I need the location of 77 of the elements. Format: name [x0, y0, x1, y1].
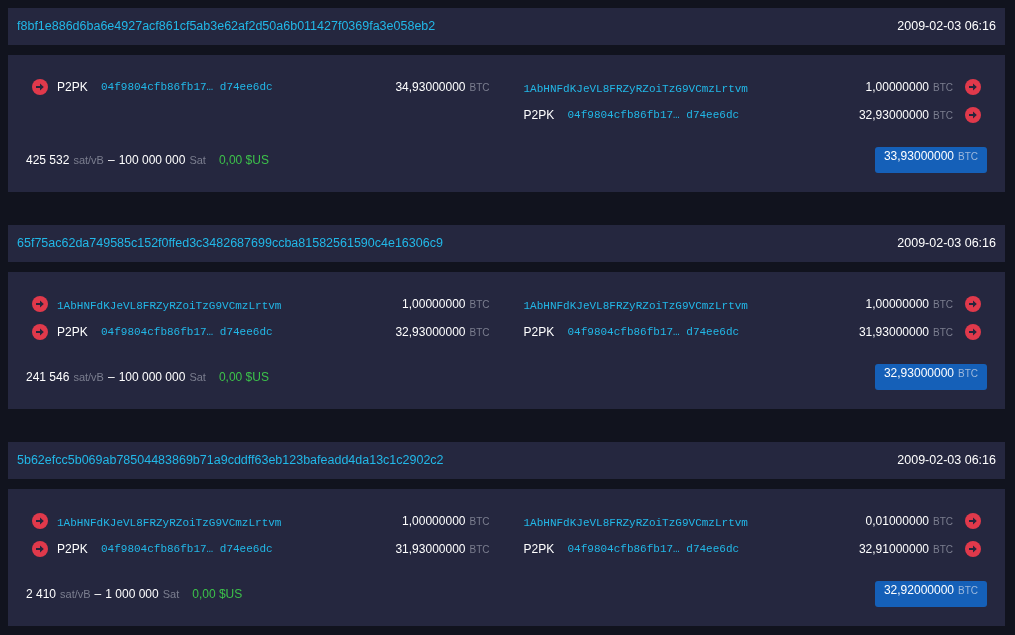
currency-unit: BTC — [469, 542, 490, 557]
amount: 1,00000000 — [402, 513, 466, 530]
script-link[interactable]: 04f9804cfb86fb17… d74ee6dc — [101, 78, 273, 96]
arrow-right-circle-icon[interactable] — [965, 541, 981, 557]
script-type: P2PK — [523, 324, 556, 341]
script-link[interactable]: 04f9804cfb86fb17… d74ee6dc — [567, 540, 740, 558]
arrow-right-circle-icon[interactable] — [32, 296, 48, 312]
arrow-right-circle-icon[interactable] — [32, 324, 48, 340]
separator: – — [107, 152, 115, 169]
currency-unit: BTC — [469, 297, 490, 312]
script-link[interactable]: 04f9804cfb86fb17… d74ee6dc — [101, 540, 273, 558]
fiat-value: 0,00 $US — [218, 369, 269, 386]
currency-unit: BTC — [933, 80, 953, 95]
total-amount-button[interactable]: 32,93000000 BTC — [874, 364, 987, 390]
timestamp: 2009-02-03 06:16 — [897, 18, 996, 36]
fee-rate: 425 532 — [26, 152, 70, 169]
fee-size-unit: Sat — [162, 587, 180, 602]
fee-rate: 241 546 — [26, 369, 70, 386]
arrow-right-circle-icon[interactable] — [965, 324, 981, 340]
arrow-right-circle-icon[interactable] — [965, 79, 981, 95]
transaction-id-link[interactable]: f8bf1e886d6ba6e4927acf861cf5ab3e62af2d50a6b011427f0369fa3e058eb2 — [17, 17, 436, 36]
fee-rate-unit: sat/vB — [73, 370, 104, 385]
arrow-right-circle-icon[interactable] — [965, 296, 981, 312]
currency-unit: BTC — [469, 514, 490, 529]
amount: 31,93000000 — [395, 541, 466, 558]
timestamp: 2009-02-03 06:16 — [897, 235, 996, 253]
script-type: P2PK — [57, 541, 89, 558]
fee-size: 100 000 000 — [118, 152, 186, 169]
fee-size: 100 000 000 — [118, 369, 186, 386]
fee-rate: 2 410 — [26, 586, 57, 603]
amount: 31,93000000 — [858, 324, 929, 341]
total-amount-button[interactable]: 33,93000000 BTC — [874, 147, 987, 173]
currency-unit: BTC — [469, 80, 490, 95]
script-type: P2PK — [57, 324, 89, 341]
amount: 32,93000000 — [395, 324, 466, 341]
script-link[interactable]: 04f9804cfb86fb17… d74ee6dc — [567, 323, 740, 341]
currency-unit: BTC — [933, 108, 953, 123]
fiat-value: 0,00 $US — [218, 152, 269, 169]
script-type: P2PK — [57, 79, 89, 96]
arrow-right-circle-icon[interactable] — [32, 79, 48, 95]
transaction-id-link[interactable]: 5b62efcc5b069ab78504483869b71a9cddff63eb123bafeadd4da13c1c2902c2 — [17, 451, 444, 470]
address-link[interactable]: 1AbHNFdKJeVL8FRZyRZoiTzG9VCmzLrtvm — [57, 300, 282, 312]
fee-size-unit: Sat — [189, 370, 206, 385]
address-link[interactable]: 1AbHNFdKJeVL8FRZyRZoiTzG9VCmzLrtvm — [57, 517, 282, 529]
amount: 32,91000000 — [858, 541, 929, 558]
currency-unit: BTC — [469, 325, 490, 340]
script-type: P2PK — [523, 107, 556, 124]
currency-unit: BTC — [933, 514, 953, 529]
script-link[interactable]: 04f9804cfb86fb17… d74ee6dc — [567, 106, 740, 124]
currency-unit: BTC — [933, 325, 953, 340]
amount: 1,00000000 — [402, 296, 466, 313]
script-link[interactable]: 04f9804cfb86fb17… d74ee6dc — [101, 323, 273, 341]
currency-unit: BTC — [933, 297, 953, 312]
amount: 32,93000000 — [858, 107, 929, 124]
transaction-id-link[interactable]: 65f75ac62da749585c152f0ffed3c3482687699ccba81582561590c4e16306c9 — [17, 234, 443, 253]
fee-size: 1 000 000 — [105, 586, 159, 603]
fee-rate-unit: sat/vB — [73, 153, 104, 168]
amount: 1,00000000 — [865, 79, 929, 96]
fee-rate-unit: sat/vB — [60, 587, 91, 602]
amount: 0,01000000 — [865, 513, 929, 530]
amount: 1,00000000 — [865, 296, 929, 313]
fiat-value: 0,00 $US — [192, 586, 243, 603]
script-type: P2PK — [523, 541, 556, 558]
arrow-right-circle-icon[interactable] — [965, 107, 981, 123]
address-link[interactable]: 1AbHNFdKJeVL8FRZyRZoiTzG9VCmzLrtvm — [523, 517, 748, 529]
arrow-right-circle-icon[interactable] — [32, 541, 48, 557]
arrow-right-circle-icon[interactable] — [32, 513, 48, 529]
timestamp: 2009-02-03 06:16 — [897, 452, 996, 470]
currency-unit: BTC — [933, 542, 953, 557]
separator: – — [107, 369, 115, 386]
separator: – — [94, 586, 102, 603]
address-link[interactable]: 1AbHNFdKJeVL8FRZyRZoiTzG9VCmzLrtvm — [523, 300, 748, 312]
fee-size-unit: Sat — [189, 153, 206, 168]
arrow-right-circle-icon[interactable] — [965, 513, 981, 529]
total-amount-button[interactable]: 32,92000000 BTC — [874, 581, 987, 607]
amount: 34,93000000 — [395, 79, 466, 96]
address-link[interactable]: 1AbHNFdKJeVL8FRZyRZoiTzG9VCmzLrtvm — [523, 83, 748, 95]
